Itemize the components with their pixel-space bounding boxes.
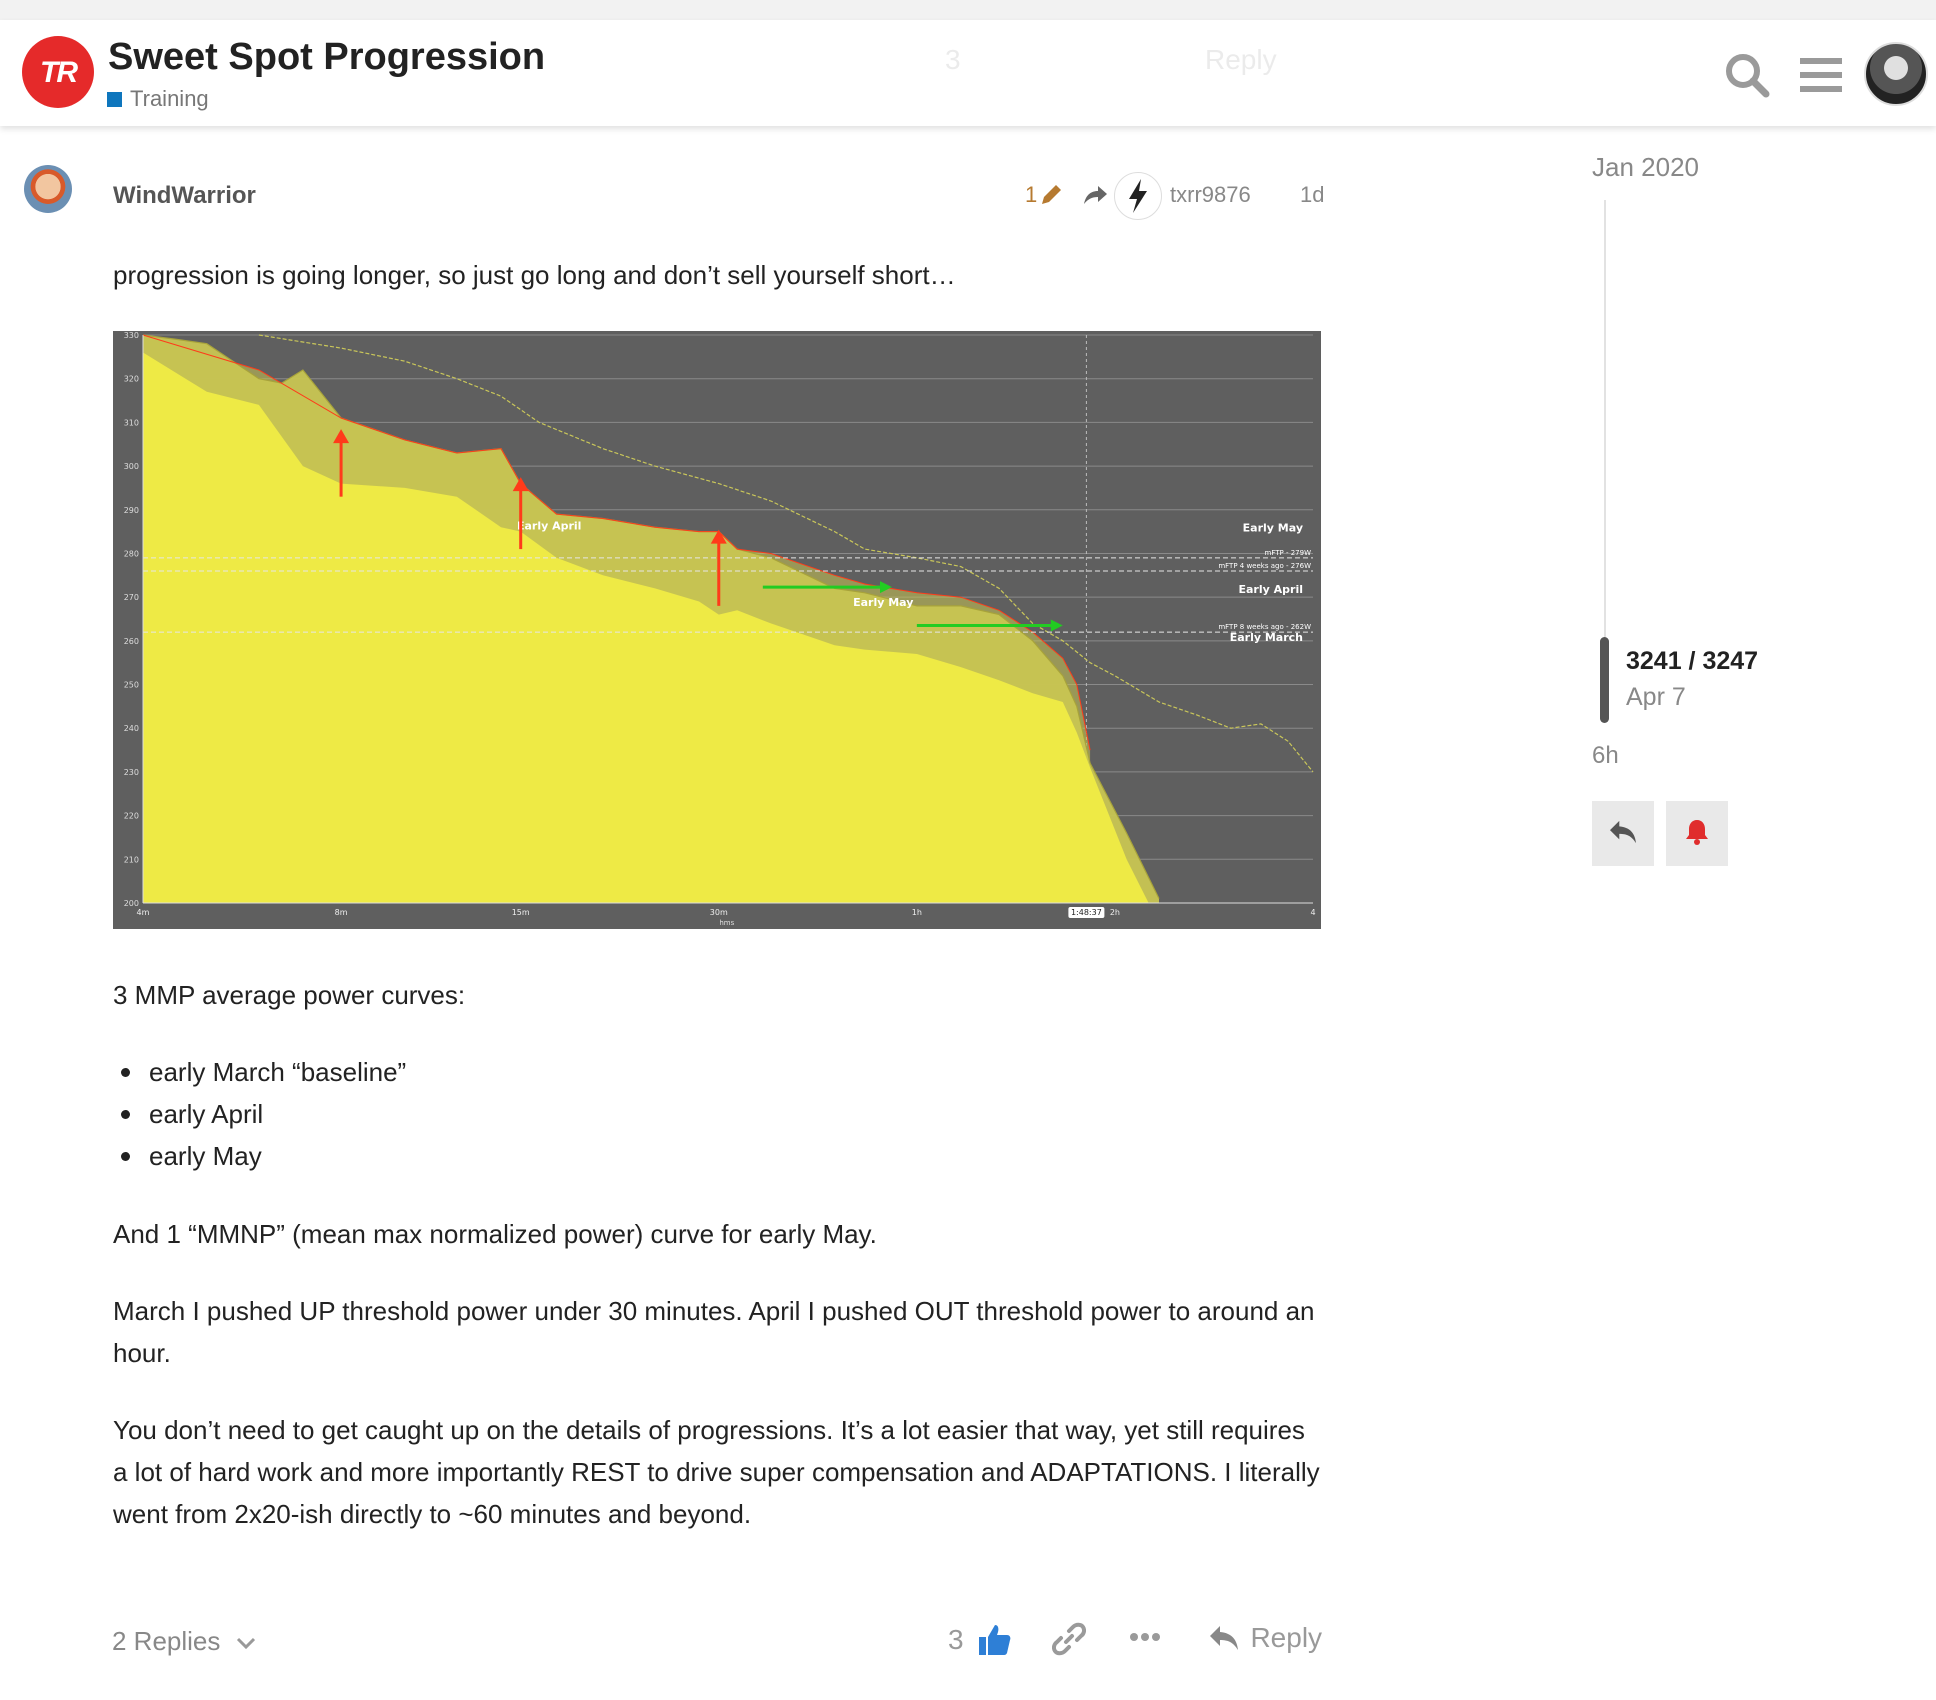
category-label: Training	[130, 86, 209, 111]
reply-to-username[interactable]: txrr9876	[1170, 182, 1251, 208]
timeline-end-age[interactable]: 6h	[1592, 742, 1619, 770]
category-color-square	[107, 92, 122, 107]
timeline-start-date[interactable]: Jan 2020	[1592, 152, 1699, 183]
series-label: Early May	[1243, 522, 1303, 535]
power-curve-chart: 330 320 310 300 290 280 270 260 250 240 230 220 210 2…	[124, 331, 1316, 927]
search-icon[interactable]	[1722, 50, 1772, 100]
power-curve-chart-image[interactable]: 330 320 310 300 290 280 270 260 250 240 230 220 210 2…	[113, 331, 1321, 929]
reply-arrow-icon	[1610, 820, 1636, 844]
cursor-time-label: 1:48:37	[1071, 908, 1102, 917]
reply-label: Reply	[1250, 1622, 1323, 1653]
x-tick-label: 4	[1310, 908, 1315, 917]
post-intro: progression is going longer, so just go …	[113, 260, 956, 290]
user-avatar[interactable]	[1864, 42, 1928, 106]
browser-top-strip	[0, 0, 1936, 21]
thumbs-up-icon[interactable]	[976, 1622, 1012, 1658]
y-tick-label: 330	[124, 331, 139, 340]
y-tick-label: 270	[124, 593, 139, 602]
inline-series-label: Early May	[853, 596, 913, 609]
y-tick-label: 210	[124, 855, 139, 864]
x-axis-label: hms	[719, 919, 734, 927]
reference-line-label: mFTP 4 weeks ago - 276W	[1218, 562, 1311, 570]
march-april-paragraph: March I pushed UP threshold power under …	[113, 1296, 1315, 1368]
mmnp-paragraph: And 1 “MMNP” (mean max normalized power)…	[113, 1219, 877, 1249]
list-item: early May	[113, 1135, 1323, 1177]
x-tick-label: 1h	[912, 908, 922, 917]
list-item: early April	[113, 1093, 1323, 1135]
x-tick-label: 30m	[710, 908, 728, 917]
reference-line-label: mFTP - 279W	[1265, 549, 1312, 557]
reply-to-avatar[interactable]	[1114, 172, 1162, 220]
poster-avatar[interactable]	[24, 165, 72, 213]
x-tick-label: 2h	[1110, 908, 1120, 917]
y-tick-label: 280	[124, 549, 139, 558]
topic-title[interactable]: Sweet Spot Progression	[108, 36, 545, 79]
timeline-reply-button[interactable]	[1592, 801, 1654, 866]
timeline-track[interactable]	[1604, 200, 1606, 640]
site-logo[interactable]: TR	[22, 36, 94, 108]
edit-count[interactable]: 1	[1025, 182, 1037, 208]
pencil-icon[interactable]	[1038, 182, 1064, 208]
series-label: Early March	[1230, 631, 1303, 644]
post-age[interactable]: 1d	[1300, 182, 1324, 208]
timeline-position: 3241 / 3247	[1626, 647, 1759, 675]
series-label: Early April	[1239, 583, 1304, 596]
bell-icon	[1686, 820, 1708, 845]
y-tick-label: 320	[124, 375, 139, 384]
ghost-reply-label: Reply	[1205, 44, 1277, 75]
y-tick-label: 260	[124, 637, 139, 646]
poster-username[interactable]: WindWarrior	[113, 182, 256, 210]
link-icon[interactable]	[1052, 1622, 1086, 1656]
y-tick-label: 230	[124, 768, 139, 777]
inline-series-label: Early April	[517, 519, 582, 532]
x-tick-label: 15m	[512, 908, 530, 917]
like-count[interactable]: 3	[948, 1624, 964, 1656]
category-badge[interactable]: Training	[107, 86, 209, 112]
reply-arrow-icon	[1210, 1626, 1238, 1650]
curves-list: early March “baseline” early April early…	[113, 1051, 1323, 1177]
chevron-down-icon	[236, 1638, 255, 1650]
y-tick-label: 200	[124, 899, 139, 908]
y-tick-label: 310	[124, 418, 139, 427]
topic-header: TR Sweet Spot Progression Training 3 Rep…	[0, 20, 1936, 126]
y-tick-label: 240	[124, 724, 139, 733]
ghost-like-count: 3	[945, 44, 961, 75]
lightning-bolt-icon	[1129, 179, 1147, 213]
replies-label: 2 Replies	[112, 1626, 221, 1656]
y-tick-label: 220	[124, 812, 139, 821]
more-dots-icon[interactable]	[1129, 1631, 1161, 1643]
timeline-position-date: Apr 7	[1626, 683, 1686, 711]
details-paragraph: You don’t need to get caught up on the d…	[113, 1415, 1320, 1529]
y-tick-label: 300	[124, 462, 139, 471]
timeline-handle[interactable]	[1600, 637, 1609, 723]
green-right-arrowhead	[1050, 619, 1063, 632]
y-tick-label: 290	[124, 506, 139, 515]
x-tick-label: 8m	[335, 908, 348, 917]
share-arrow-icon[interactable]	[1082, 184, 1108, 206]
x-tick-label: 4m	[137, 908, 150, 917]
list-item: early March “baseline”	[113, 1051, 1323, 1093]
show-replies-button[interactable]: 2 Replies	[112, 1626, 256, 1657]
reply-button[interactable]: Reply	[1208, 1622, 1322, 1654]
hamburger-menu-icon[interactable]	[1796, 50, 1846, 100]
notification-button[interactable]	[1666, 801, 1728, 866]
y-tick-label: 250	[124, 681, 139, 690]
curves-heading: 3 MMP average power curves:	[113, 980, 466, 1010]
